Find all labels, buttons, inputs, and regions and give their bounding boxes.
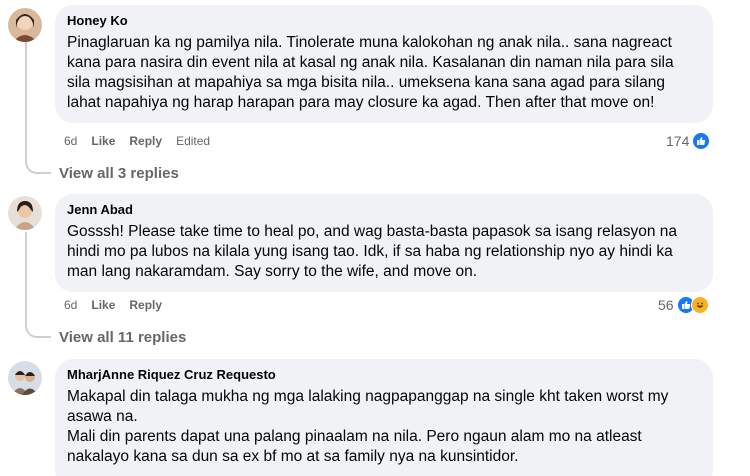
reply-connector <box>25 324 51 338</box>
view-replies-link[interactable]: View all 3 replies <box>59 165 179 182</box>
haha-icon <box>690 296 709 314</box>
comment-text: Pinaglaruan ka ng pamilya nila. Tinolera… <box>67 34 674 111</box>
like-icon <box>692 132 711 150</box>
reaction-summary[interactable]: 56 <box>658 296 709 314</box>
reaction-summary[interactable]: 174 <box>666 132 711 150</box>
edited-label: Edited <box>176 134 211 148</box>
comment-bubble: Jenn Abad Gosssh! Please take time to he… <box>55 194 713 292</box>
reply-button[interactable]: Reply <box>129 298 162 312</box>
like-button[interactable]: Like <box>91 134 115 148</box>
comment-text: Makapal din talaga mukha ng mga lalaking… <box>67 388 669 465</box>
view-replies-link[interactable]: View all 11 replies <box>59 329 186 346</box>
comment-timestamp[interactable]: 6d <box>64 134 77 148</box>
reply-button[interactable]: Reply <box>129 134 162 148</box>
comment-text: Gosssh! Please take time to heal po, and… <box>67 223 678 280</box>
comment-actions: 6d Like Reply <box>64 298 162 312</box>
like-button[interactable]: Like <box>91 298 115 312</box>
comment-author[interactable]: MharjAnne Riquez Cruz Requesto <box>67 367 701 383</box>
avatar[interactable] <box>8 361 42 395</box>
thread-line <box>25 42 27 162</box>
comment-author[interactable]: Jenn Abad <box>67 202 701 218</box>
comment-author[interactable]: Honey Ko <box>67 13 701 29</box>
avatar[interactable] <box>8 8 42 42</box>
reaction-count: 56 <box>658 297 674 313</box>
reply-connector <box>25 160 51 174</box>
comment-timestamp[interactable]: 6d <box>64 298 77 312</box>
reaction-count: 174 <box>666 133 690 149</box>
comment-bubble: MharjAnne Riquez Cruz Requesto Makapal d… <box>55 359 713 476</box>
thread-line <box>25 232 27 326</box>
avatar[interactable] <box>8 196 42 230</box>
comment-actions: 6d Like Reply Edited <box>64 134 210 148</box>
comment-bubble: Honey Ko Pinaglaruan ka ng pamilya nila.… <box>55 5 713 123</box>
